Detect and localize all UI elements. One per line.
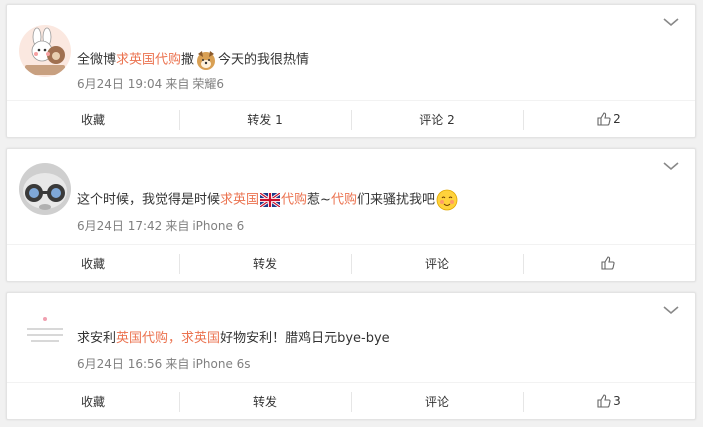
chevron-down-icon[interactable] (661, 159, 681, 173)
text-part: 今天的我很热情 (218, 52, 310, 68)
comment-button[interactable]: 评论 (351, 383, 523, 420)
topic-link[interactable]: 代购 (331, 193, 357, 208)
text-part: 求安利 (77, 331, 117, 346)
text-part: ， (168, 331, 182, 346)
favorite-button[interactable]: 收藏 (7, 101, 179, 138)
topic-link[interactable]: 求英国 (181, 331, 220, 346)
thumb-up-icon (597, 394, 611, 408)
timestamp[interactable]: 6月24日 19:04 (77, 77, 162, 91)
source-device[interactable]: iPhone 6s (192, 357, 250, 371)
topic-link[interactable]: 英国代购 (116, 331, 168, 346)
action-bar: 收藏 转发 1 评论 2 2 (7, 100, 695, 137)
post-card-2: 这个时候，我觉得是时候求英国 代购惹~代购们来骚扰我吧 6月24日 17:42 来自… (6, 148, 696, 282)
topic-link[interactable]: 求英国 (220, 193, 259, 208)
thumb-up-icon (601, 256, 615, 270)
post-text: 全微博求英国代购撒 今天的我很热情 (77, 49, 309, 71)
dog-emoji-icon (197, 51, 216, 70)
repost-button[interactable]: 转发 (179, 383, 351, 420)
comment-button[interactable]: 评论 (351, 245, 523, 282)
favorite-button[interactable]: 收藏 (7, 245, 179, 282)
post-card-1: 全微博求英国代购撒 今天的我很热情 6月24日 19:04 来自 荣耀6 收藏 转发 … (6, 4, 696, 138)
post-meta: 6月24日 19:04 来自 荣耀6 (77, 75, 227, 92)
source-device[interactable]: iPhone 6 (192, 219, 244, 233)
avatar[interactable] (19, 309, 71, 361)
source-label: 来自 (165, 77, 190, 91)
action-bar: 收藏 转发 评论 3 (7, 382, 695, 419)
thumb-up-icon (597, 112, 611, 126)
post-text: 这个时候，我觉得是时候求英国 代购惹~代购们来骚扰我吧 (77, 189, 459, 211)
post-text: 求安利英国代购，求英国好物安利！腊鸡日元bye-bye (77, 329, 390, 349)
text-part: 全微博 (77, 52, 117, 68)
avatar[interactable] (19, 25, 71, 77)
timestamp[interactable]: 6月24日 16:56 (77, 357, 162, 371)
favorite-button[interactable]: 收藏 (7, 383, 179, 420)
chevron-down-icon[interactable] (661, 15, 681, 29)
chevron-down-icon[interactable] (661, 303, 681, 317)
text-part: 惹~ (307, 192, 331, 208)
comment-button[interactable]: 评论 2 (351, 101, 523, 138)
topic-link[interactable]: 代购 (281, 193, 307, 208)
post-meta: 6月24日 16:56 来自 iPhone 6s (77, 355, 254, 372)
post-card-3: 求安利英国代购，求英国好物安利！腊鸡日元bye-bye 6月24日 16:56 来… (6, 292, 696, 420)
like-button[interactable]: 3 (523, 383, 695, 420)
repost-button[interactable]: 转发 (179, 245, 351, 282)
source-label: 来自 (165, 357, 190, 371)
shy-emoji-icon (436, 189, 458, 211)
repost-button[interactable]: 转发 1 (179, 101, 351, 138)
text-part: 好物安利！腊鸡日元bye-bye (220, 331, 390, 346)
like-button[interactable]: 2 (523, 101, 695, 138)
avatar[interactable] (19, 163, 71, 215)
post-meta: 6月24日 17:42 来自 iPhone 6 (77, 217, 247, 234)
topic-link[interactable]: 求英国代购 (116, 53, 181, 68)
uk-flag-icon (260, 193, 281, 207)
action-bar: 收藏 转发 评论 (7, 244, 695, 281)
like-button[interactable] (523, 245, 695, 282)
timestamp[interactable]: 6月24日 17:42 (77, 219, 162, 233)
text-part: 们来骚扰我吧 (356, 192, 435, 208)
source-label: 来自 (165, 219, 190, 233)
text-part: 这个时候，我觉得是时候 (77, 192, 221, 208)
text-part: 撒 (181, 52, 195, 68)
source-device[interactable]: 荣耀6 (192, 77, 224, 91)
